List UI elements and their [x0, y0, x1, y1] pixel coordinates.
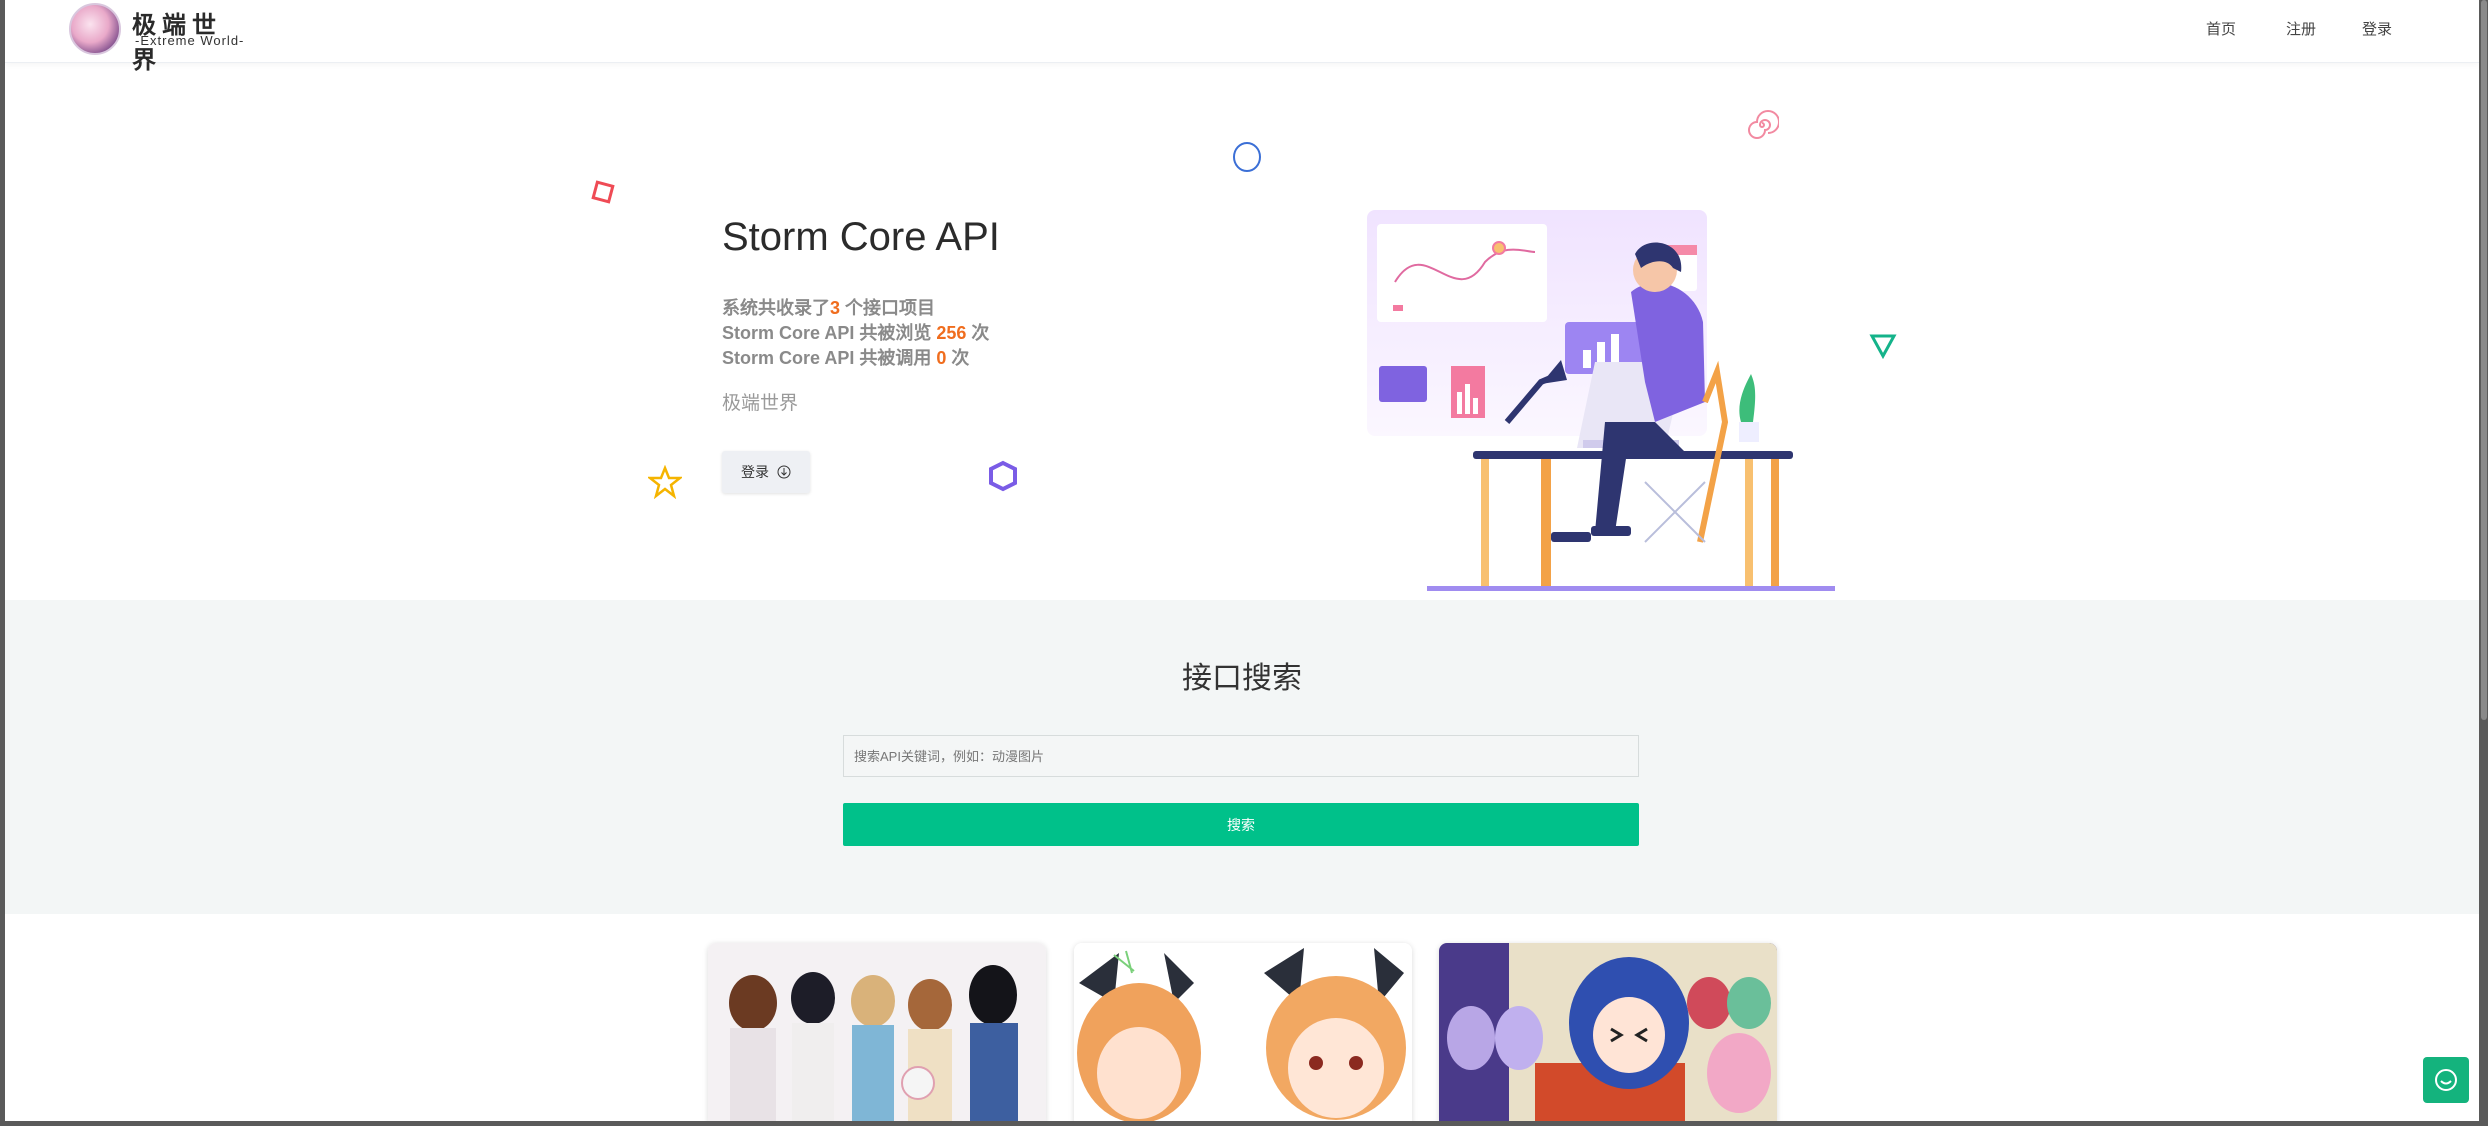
stats-interfaces: 系统共收录了3 个接口项目: [722, 298, 936, 318]
anime-image-band: [708, 943, 1046, 1121]
hexagon-deco-icon: [989, 460, 1017, 492]
cat-girl-image: [1074, 943, 1412, 1121]
search-input[interactable]: [843, 735, 1639, 777]
image-card[interactable]: [1074, 943, 1412, 1121]
login-icon: [777, 465, 791, 479]
logo-subtitle: -Extreme World-: [135, 33, 245, 48]
hero-title: Storm Core API: [722, 215, 1000, 259]
stats-views: Storm Core API 共被浏览 256 次: [722, 323, 990, 343]
hero-subtitle: 极端世界: [722, 393, 799, 414]
star-deco-icon: [648, 465, 682, 499]
page: 极端世界 -Extreme World- 首页 注册 登录 Storm Core…: [5, 0, 2479, 1121]
site-logo[interactable]: 极端世界 -Extreme World-: [69, 3, 249, 74]
anime-group-image: [1439, 943, 1777, 1121]
search-button[interactable]: 搜索: [843, 803, 1639, 846]
image-card[interactable]: [708, 943, 1046, 1121]
hero-login-label: 登录: [741, 464, 769, 480]
top-navbar: 极端世界 -Extreme World- 首页 注册 登录: [5, 0, 2479, 74]
nav-login[interactable]: 登录: [2362, 18, 2392, 39]
triangle-deco-icon: [1869, 334, 1897, 360]
oval-deco-icon: [1233, 142, 1261, 172]
stats-block: 系统共收录了3 个接口项目 Storm Core API 共被浏览 256 次 …: [722, 296, 989, 371]
chat-icon: [2435, 1069, 2457, 1091]
image-card[interactable]: [1439, 943, 1777, 1121]
logo-avatar: [69, 3, 121, 55]
chat-button[interactable]: [2423, 1057, 2469, 1103]
square-deco-icon: [591, 180, 615, 204]
hero-login-button[interactable]: 登录: [722, 451, 810, 493]
stats-calls: Storm Core API 共被调用 0 次: [722, 348, 970, 368]
scrollbar-thumb[interactable]: [2481, 0, 2487, 720]
nav-register[interactable]: 注册: [2286, 18, 2316, 39]
search-title: 接口搜索: [1182, 662, 1302, 695]
hero-section: Storm Core API 系统共收录了3 个接口项目 Storm Core …: [5, 72, 2479, 600]
nav-home[interactable]: 首页: [2206, 18, 2236, 39]
search-section: 接口搜索 搜索: [5, 600, 2479, 914]
developer-illustration: [1367, 210, 1835, 591]
